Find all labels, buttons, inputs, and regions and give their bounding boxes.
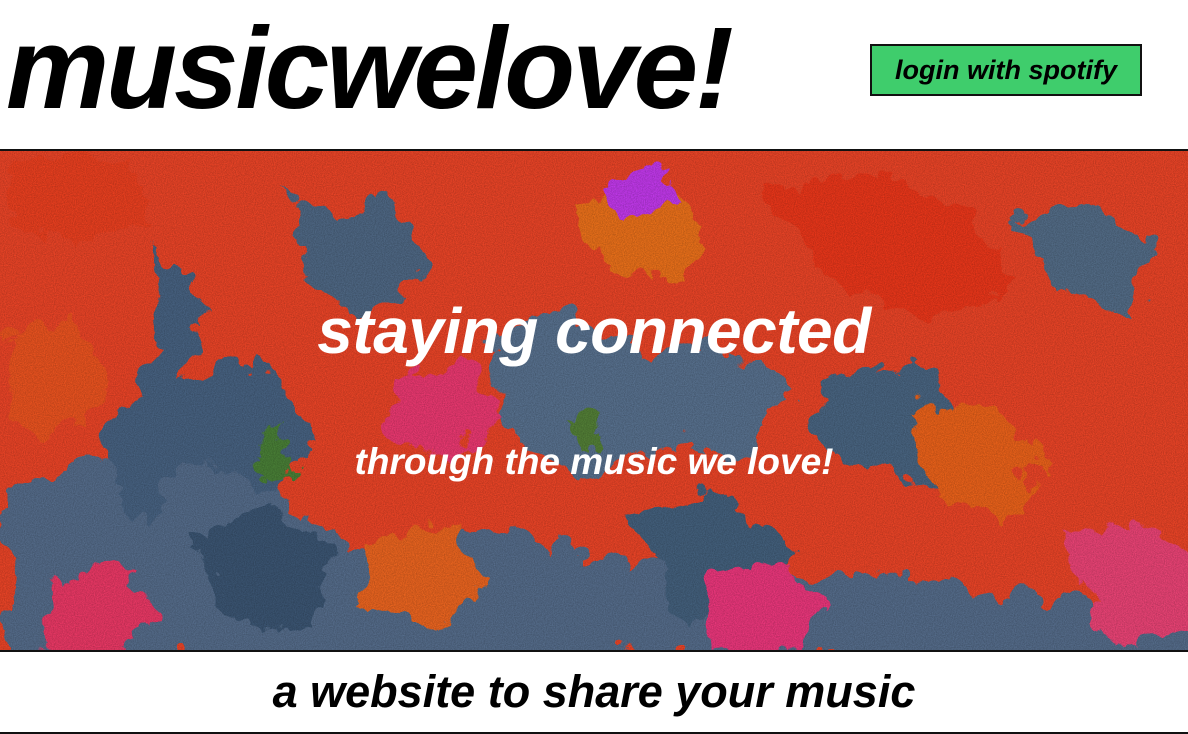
hero-subtitle: through the music we love! [354, 441, 834, 482]
tagline-bar: a website to share your music [0, 652, 1188, 734]
site-header: musicwelove! login with spotify [0, 0, 1188, 149]
landing-page: musicwelove! login with spotify staying … [0, 0, 1188, 734]
site-logo[interactable]: musicwelove! [6, 0, 734, 138]
hero-background-image [0, 151, 1188, 650]
login-with-spotify-button[interactable]: login with spotify [870, 44, 1142, 96]
tagline: a website to share your music [272, 666, 916, 717]
hero-banner: staying connected through the music we l… [0, 149, 1188, 652]
hero-title: staying connected [317, 295, 871, 367]
